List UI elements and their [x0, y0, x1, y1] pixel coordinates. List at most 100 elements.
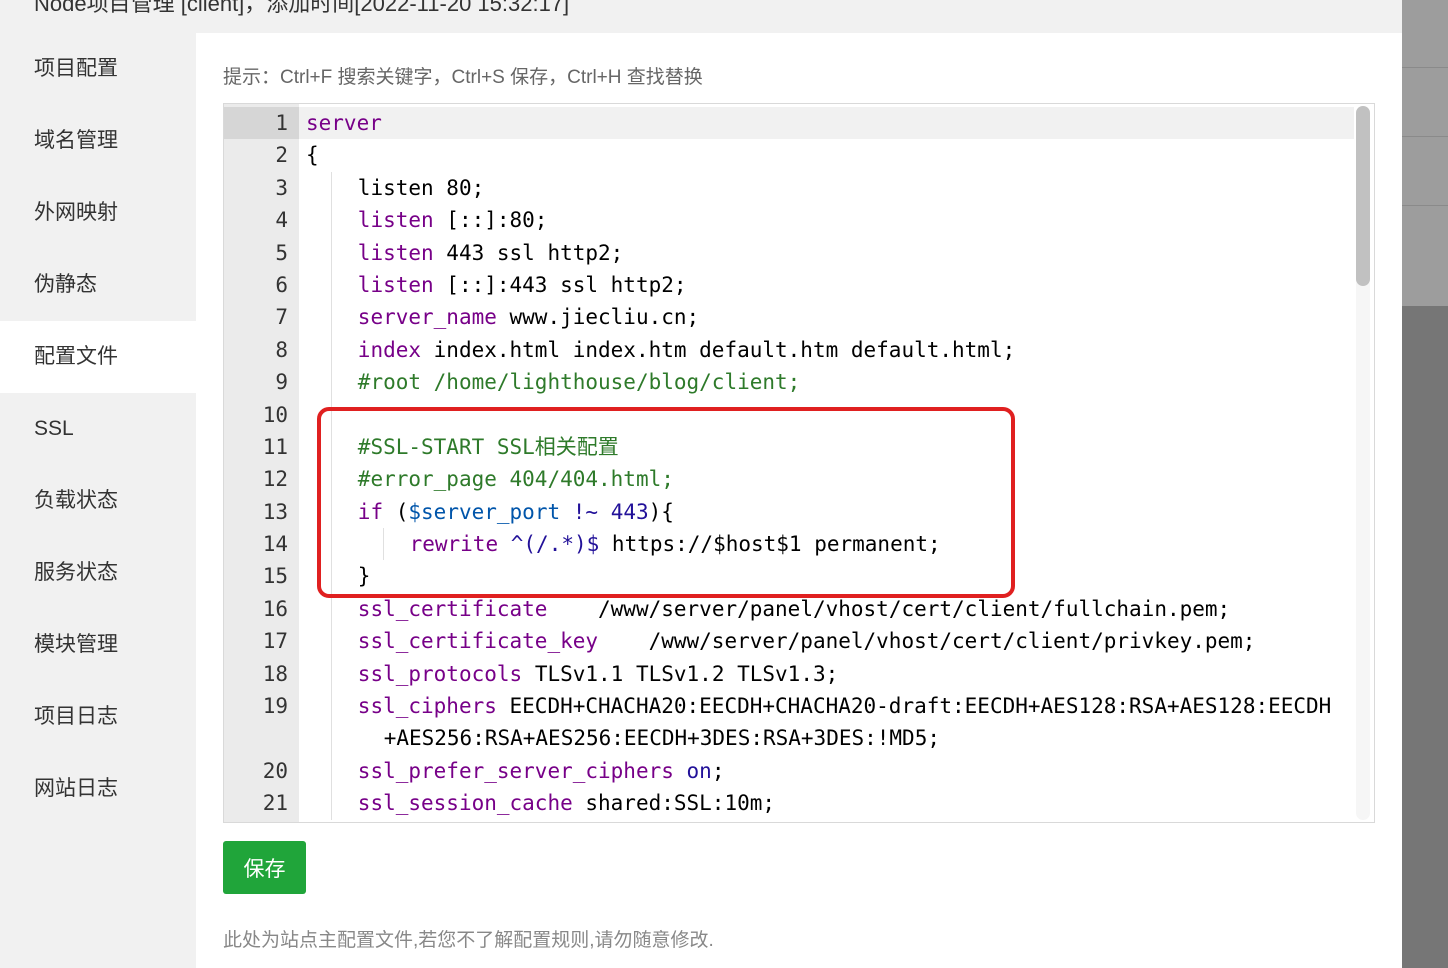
line-number: 12 — [262, 467, 288, 492]
sidebar-item-service-status[interactable]: 服务状态 — [0, 537, 196, 609]
indent-guide — [331, 560, 332, 593]
sidebar-item-project-config[interactable]: 项目配置 — [0, 33, 196, 105]
code-token: /www/server/panel/vhost/cert/client/priv… — [598, 629, 1256, 654]
sidebar-item-module-management[interactable]: 模块管理 — [0, 609, 196, 681]
line-number: 10 — [262, 402, 288, 427]
line-number: 11 — [262, 434, 288, 459]
editor-scrollbar-thumb[interactable] — [1356, 106, 1370, 286]
code-text: server — [306, 107, 382, 139]
sidebar-item-external-mapping[interactable]: 外网映射 — [0, 177, 196, 249]
code-line[interactable]: 14 rewrite ^(/.*)$ https://$host$1 perman… — [224, 528, 1364, 561]
line-number: 3 — [275, 175, 288, 200]
backdrop-divider — [1402, 67, 1448, 68]
sidebar-item-ssl[interactable]: SSL — [0, 393, 196, 465]
code-text: ssl_prefer_server_ciphers on; — [358, 755, 725, 787]
code-atom: on — [686, 758, 712, 783]
code-line[interactable]: 16 ssl_certificate /www/server/panel/vhos… — [224, 592, 1364, 626]
backdrop-overlay — [1402, 0, 1448, 968]
indent-guide — [331, 430, 332, 464]
code-keyword: ssl_protocols — [357, 661, 523, 686]
code-line[interactable]: 3 listen 80; — [224, 171, 1364, 205]
code-line[interactable]: 13 if ($server_port !~ 443){ — [224, 495, 1364, 529]
code-text: ssl_certificate /www/server/panel/vhost/… — [358, 593, 1230, 625]
backdrop-page-strip — [1402, 0, 1448, 306]
code-text: index index.html index.htm default.htm d… — [358, 334, 1015, 366]
code-text: #SSL-START SSL相关配置 — [358, 431, 619, 463]
indent-guide — [331, 495, 332, 529]
shortcut-tip: 提示：Ctrl+F 搜索关键字，Ctrl+S 保存，Ctrl+H 查找替换 — [223, 67, 703, 88]
code-keyword: if — [357, 499, 384, 524]
code-line[interactable]: 6 listen [::]:443 ssl http2; — [224, 268, 1364, 302]
code-keyword: ssl_session_cache — [357, 791, 573, 816]
code-line[interactable]: 1 server — [224, 107, 1364, 139]
indent-guide — [331, 236, 332, 269]
code-token: { — [306, 143, 319, 168]
sidebar-item-domain-management[interactable]: 域名管理 — [0, 105, 196, 177]
indent-guide — [331, 754, 332, 788]
sidebar-item-rewrite[interactable]: 伪静态 — [0, 249, 196, 321]
sidebar-item-project-log[interactable]: 项目日志 — [0, 681, 196, 753]
indent-guide — [331, 625, 332, 658]
code-keyword: listen — [357, 208, 434, 233]
editor-scrollbar[interactable] — [1356, 106, 1370, 820]
code-line[interactable]: 5 listen 443 ssl http2; — [224, 236, 1364, 269]
code-lines[interactable]: 1 server 2{3 listen 80;4 listen [::]:80; 5 lis… — [224, 107, 1364, 820]
line-number: 9 — [275, 370, 288, 395]
code-line[interactable]: 18 ssl_protocols TLSv1.1 TLSv1.2 TLSv1.3; — [224, 657, 1364, 691]
code-atom: 443 — [610, 499, 649, 524]
indent-guide — [331, 592, 332, 626]
sidebar-item-site-log[interactable]: 网站日志 — [0, 753, 196, 825]
code-token: index.html index.htm default.htm default… — [421, 337, 1016, 362]
code-line[interactable]: 9 #root /home/lighthouse/blog/client; — [224, 366, 1364, 399]
code-line[interactable]: 21 ssl_session_cache shared:SSL:10m; — [224, 787, 1364, 820]
line-number: 17 — [262, 629, 288, 654]
code-text: +AES256:RSA+AES256:EECDH+3DES:RSA+3DES:!… — [384, 722, 940, 754]
code-token: listen 80; — [357, 175, 485, 200]
code-line[interactable]: 19 ssl_ciphers EECDH+CHACHA20:EECDH+CHACH… — [224, 690, 1364, 755]
code-text: listen 80; — [358, 172, 484, 204]
code-text: ssl_certificate_key /www/server/panel/vh… — [358, 625, 1256, 657]
code-keyword: ssl_certificate_key — [357, 629, 599, 654]
save-button[interactable]: 保存 — [223, 841, 306, 894]
line-number: 18 — [262, 661, 288, 686]
code-token: 443 ssl http2; — [433, 240, 624, 265]
sidebar-item-load-status[interactable]: 负载状态 — [0, 465, 196, 537]
code-token: ){ — [648, 499, 674, 524]
code-keyword: server_name — [357, 305, 497, 330]
indent-guide — [382, 528, 384, 561]
code-line[interactable]: 20 ssl_prefer_server_ciphers on; — [224, 754, 1364, 788]
code-atom: !~ — [572, 499, 599, 524]
code-keyword: listen — [357, 272, 434, 297]
code-line[interactable]: 12 #error_page 404/404.html; — [224, 463, 1364, 496]
line-number: 15 — [262, 564, 288, 589]
code-editor[interactable]: 1 server 2{3 listen 80;4 listen [::]:80; 5 lis… — [223, 103, 1375, 823]
backdrop-divider — [1402, 205, 1448, 206]
code-line[interactable]: 2{ — [224, 139, 1364, 171]
code-line[interactable]: 15} — [224, 560, 1364, 593]
code-keyword: rewrite — [409, 532, 499, 557]
indent-guide — [331, 787, 332, 820]
code-keyword: ssl_certificate — [357, 596, 548, 621]
line-number: 7 — [275, 305, 288, 330]
code-keyword: ssl_ciphers — [357, 694, 497, 719]
indent-guide — [331, 268, 332, 302]
code-line[interactable]: 4 listen [::]:80; — [224, 204, 1364, 237]
code-token: www.jiecliu.cn; — [496, 305, 700, 330]
sidebar-item-config-file[interactable]: 配置文件 — [0, 321, 196, 393]
code-line[interactable]: 7 server_name www.jiecliu.cn; — [224, 301, 1364, 334]
code-text: ssl_ciphers EECDH+CHACHA20:EECDH+CHACHA2… — [358, 690, 1332, 722]
code-line[interactable]: 17 ssl_certificate_key /www/server/panel/… — [224, 625, 1364, 658]
code-text: rewrite ^(/.*)$ https://$host$1 permanen… — [410, 528, 941, 560]
code-token: ; — [711, 758, 725, 783]
code-line[interactable]: 10 — [224, 398, 1364, 431]
config-file-panel: 提示：Ctrl+F 搜索关键字，Ctrl+S 保存，Ctrl+H 查找替换 1s… — [196, 33, 1402, 968]
indent-guide — [331, 463, 332, 496]
code-line[interactable]: 11 #SSL-START SSL相关配置 — [224, 430, 1364, 464]
code-token: [::]:443 ssl http2; — [433, 272, 687, 297]
indent-guide — [331, 398, 332, 431]
code-keyword: index — [357, 337, 422, 362]
sidebar-nav: 项目配置 域名管理 外网映射 伪静态 配置文件 SSL 负载状态 服务状态 模块… — [0, 33, 196, 968]
code-line[interactable]: 8 index index.html index.htm default.htm … — [224, 333, 1364, 367]
